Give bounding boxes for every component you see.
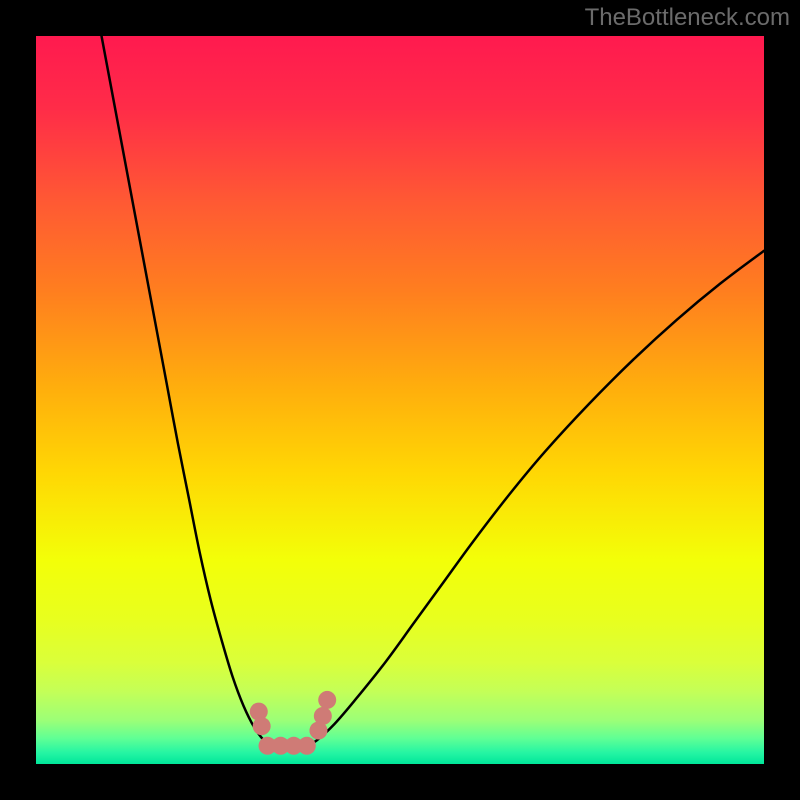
valley-marker [253,717,271,735]
watermark-text: TheBottleneck.com [585,4,790,32]
valley-marker [318,691,336,709]
valley-marker [298,737,316,755]
plot-area [36,36,764,764]
valley-marker [314,707,332,725]
series-curve-right [305,251,764,747]
series-curve-left [102,36,271,747]
chart-frame: TheBottleneck.com [0,0,800,800]
curve-layer [36,36,764,764]
